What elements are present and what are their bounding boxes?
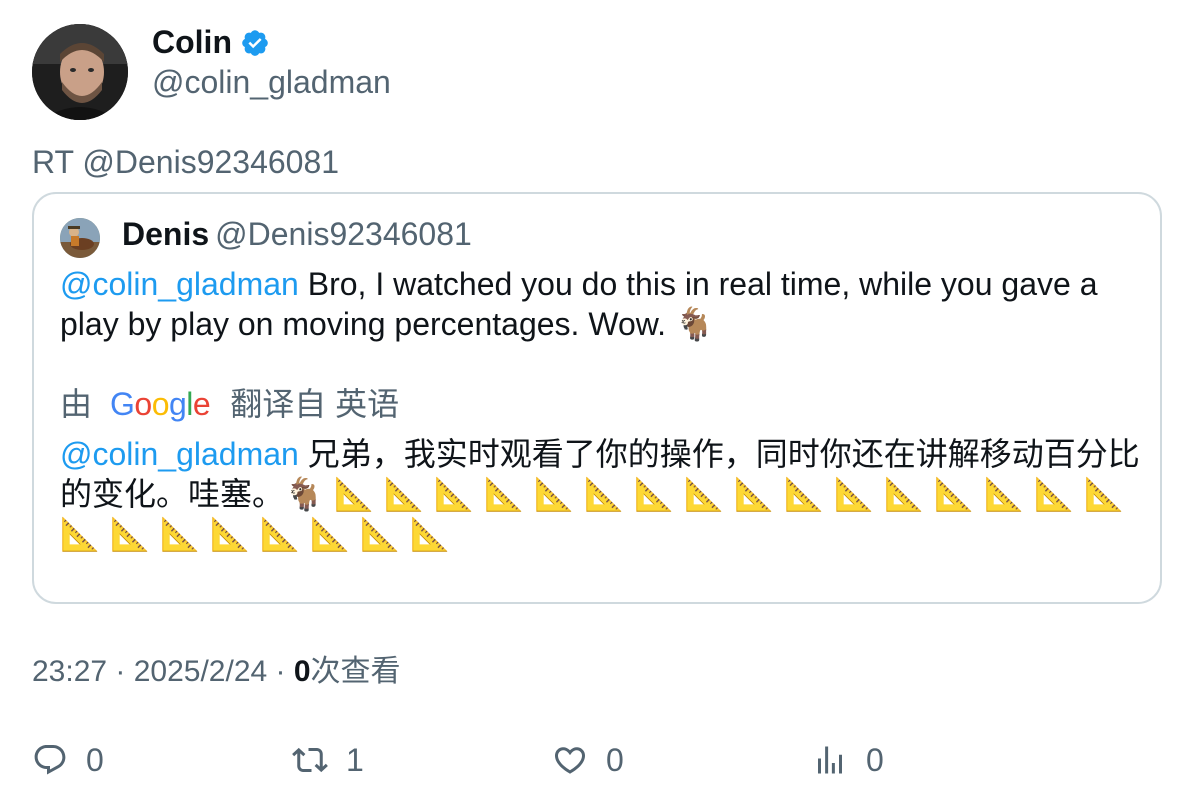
quoted-header[interactable]: Denis @Denis92346081 — [122, 214, 472, 254]
quoted-avatar-image — [60, 218, 100, 258]
views-button[interactable]: 0 — [812, 738, 884, 782]
author-name-row[interactable]: Colin — [152, 22, 270, 62]
retweet-count: 1 — [346, 741, 364, 778]
translation-prefix: 由 — [60, 386, 93, 422]
quoted-author-handle[interactable]: @Denis92346081 — [215, 216, 472, 252]
translated-mention-link[interactable]: @colin_gladman — [60, 436, 299, 472]
quoted-author-name[interactable]: Denis — [122, 216, 209, 252]
retweet-icon — [292, 747, 328, 773]
quoted-tweet-card[interactable]: Denis @Denis92346081 @colin_gladman Bro, … — [32, 192, 1162, 604]
author-name[interactable]: Colin — [152, 22, 232, 62]
views-action-count: 0 — [866, 741, 884, 778]
verified-badge-icon — [240, 27, 270, 57]
like-button[interactable]: 0 — [552, 738, 624, 782]
google-logo: Google — [110, 386, 211, 422]
views-count: 0 — [293, 655, 311, 688]
goat-emoji: 🐐 — [674, 305, 715, 343]
translated-goat-emoji: 🐐 — [284, 475, 324, 513]
quoted-author-avatar[interactable] — [60, 218, 100, 258]
author-handle[interactable]: @colin_gladman — [152, 62, 391, 102]
tweet-meta: 23:27 · 2025/2/24 · 0次查看 — [32, 652, 401, 692]
analytics-icon — [818, 746, 842, 774]
heart-icon — [554, 747, 586, 774]
tweet-timestamp[interactable]: 23:27 · 2025/2/24 · — [32, 655, 294, 688]
author-avatar-image — [32, 24, 128, 120]
translation-suffix: 翻译自 英语 — [230, 386, 400, 422]
like-count: 0 — [606, 741, 624, 778]
reply-icon — [34, 745, 66, 775]
retweet-button[interactable]: 1 — [292, 738, 364, 782]
reply-count: 0 — [86, 741, 104, 778]
reply-button[interactable]: 0 — [32, 738, 104, 782]
action-bar: 0 1 0 0 — [0, 738, 1196, 788]
translated-text: @colin_gladman 兄弟，我实时观看了你的操作，同时你还在讲解移动百分… — [60, 434, 1150, 554]
mention-link[interactable]: @colin_gladman — [60, 266, 299, 302]
author-avatar[interactable] — [32, 24, 128, 120]
quoted-tweet-text: @colin_gladman Bro, I watched you do thi… — [60, 264, 1150, 344]
translation-attribution: 由 Google 翻译自 英语 — [60, 384, 399, 424]
retweet-attribution: RT @Denis92346081 — [32, 144, 340, 180]
views-label: 次查看 — [310, 655, 401, 688]
